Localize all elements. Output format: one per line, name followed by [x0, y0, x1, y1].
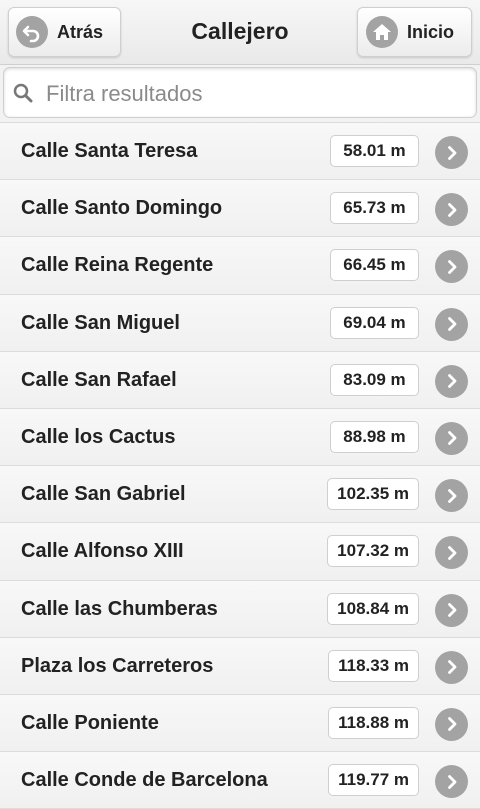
- chevron-right-icon[interactable]: [435, 479, 468, 513]
- distance-badge: 66.45 m: [330, 249, 419, 282]
- distance-badge: 107.32 m: [327, 535, 419, 568]
- search-icon: [12, 82, 34, 109]
- home-button[interactable]: Inicio: [357, 7, 472, 57]
- distance-badge: 88.98 m: [330, 420, 419, 453]
- street-name: Calle Santa Teresa: [21, 140, 198, 162]
- chevron-right-icon[interactable]: [435, 593, 468, 627]
- back-button[interactable]: Atrás: [8, 7, 121, 57]
- distance-badge: 83.09 m: [330, 363, 419, 396]
- distance-badge: 58.01 m: [330, 135, 419, 167]
- chevron-right-icon[interactable]: [435, 536, 468, 570]
- chevron-right-icon[interactable]: [435, 307, 468, 341]
- list-item[interactable]: Calle Reina Regente 66.45 m: [0, 237, 480, 295]
- street-name: Calle San Miguel: [21, 311, 180, 334]
- street-name: Calle Reina Regente: [21, 254, 214, 277]
- chevron-right-icon[interactable]: [435, 421, 468, 455]
- list-item[interactable]: Calle San Gabriel 102.35 m: [0, 466, 480, 524]
- distance-badge: 65.73 m: [330, 192, 419, 225]
- list-item[interactable]: Plaza los Carreteros 118.33 m: [0, 637, 480, 695]
- home-button-label: Inicio: [407, 21, 455, 42]
- distance-badge: 118.88 m: [328, 706, 419, 739]
- search-bar: [3, 67, 477, 119]
- distance-badge: 69.04 m: [330, 306, 419, 339]
- chevron-right-icon[interactable]: [435, 650, 468, 684]
- street-list: Calle Santa Teresa 58.01 m Calle Santo Dom…: [0, 122, 480, 809]
- street-name: Calle Poniente: [21, 711, 159, 734]
- street-name: Calle los Cactus: [21, 425, 176, 448]
- chevron-right-icon[interactable]: [435, 193, 468, 227]
- street-name: Plaza los Carreteros: [21, 654, 214, 677]
- home-icon: [366, 16, 398, 48]
- chevron-right-icon[interactable]: [435, 364, 468, 398]
- list-item[interactable]: Calle Conde de Barcelona 119.77 m: [0, 752, 480, 809]
- search-input[interactable]: [44, 68, 468, 119]
- chevron-right-icon[interactable]: [435, 707, 468, 741]
- back-arrow-icon: [16, 16, 48, 48]
- distance-badge: 102.35 m: [327, 478, 419, 511]
- list-item[interactable]: Calle Poniente 118.88 m: [0, 694, 480, 753]
- chevron-right-icon[interactable]: [435, 765, 468, 799]
- chevron-right-icon[interactable]: [435, 136, 468, 169]
- list-item[interactable]: Calle los Cactus 88.98 m: [0, 408, 480, 467]
- header-bar: Atrás Callejero Inicio: [0, 0, 480, 65]
- chevron-right-icon[interactable]: [435, 250, 468, 284]
- back-button-label: Atrás: [57, 21, 104, 42]
- street-name: Calle Santo Domingo: [21, 197, 223, 220]
- list-item[interactable]: Calle Santa Teresa 58.01 m: [0, 123, 480, 181]
- distance-badge: 108.84 m: [327, 592, 419, 625]
- list-item[interactable]: Calle San Miguel 69.04 m: [0, 294, 480, 352]
- distance-badge: 119.77 m: [328, 764, 419, 797]
- street-name: Calle San Rafael: [21, 368, 177, 391]
- street-name: Calle las Chumberas: [21, 597, 218, 620]
- list-item[interactable]: Calle San Rafael 83.09 m: [0, 351, 480, 409]
- distance-badge: 118.33 m: [328, 649, 419, 682]
- list-item[interactable]: Calle Alfonso XIII 107.32 m: [0, 523, 480, 581]
- page-title: Callejero: [191, 18, 289, 44]
- list-item[interactable]: Calle Santo Domingo 65.73 m: [0, 180, 480, 238]
- street-name: Calle San Gabriel: [21, 483, 186, 506]
- street-name: Calle Alfonso XIII: [21, 540, 184, 563]
- list-item[interactable]: Calle las Chumberas 108.84 m: [0, 580, 480, 638]
